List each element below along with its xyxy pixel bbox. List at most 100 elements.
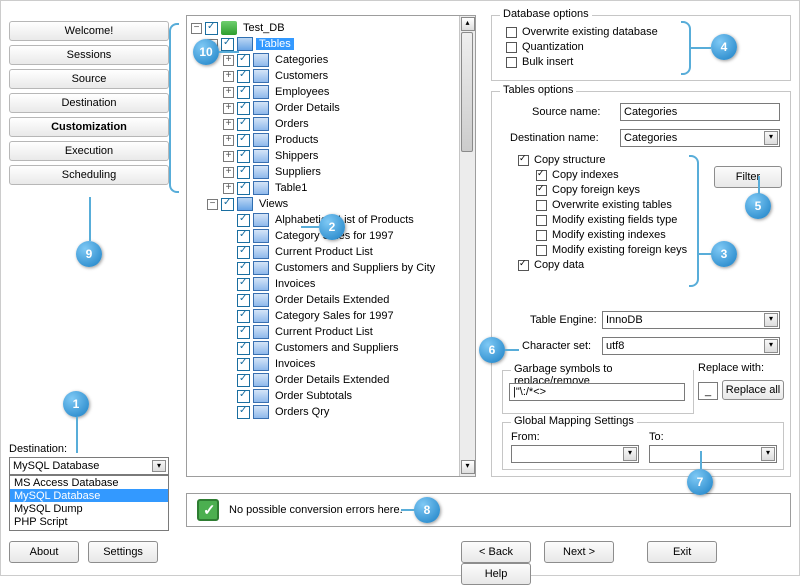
tree-check[interactable]: [237, 118, 250, 131]
tree-view-item[interactable]: Orders Qry: [272, 406, 332, 418]
nav-execution[interactable]: Execution: [9, 141, 169, 161]
tree-table-item[interactable]: Products: [272, 134, 321, 146]
tree-check[interactable]: [205, 22, 218, 35]
tree-check[interactable]: [237, 262, 250, 275]
destination-dropdown-list[interactable]: MS Access Database MySQL Database MySQL …: [9, 475, 169, 531]
help-button[interactable]: Help: [461, 563, 531, 585]
nav-customization[interactable]: Customization: [9, 117, 169, 137]
nav-destination[interactable]: Destination: [9, 93, 169, 113]
map-to-combo[interactable]: ▾: [649, 445, 777, 463]
tree-check[interactable]: [237, 166, 250, 179]
filter-button[interactable]: Filter: [714, 166, 782, 188]
tree-expander[interactable]: +: [223, 119, 234, 130]
map-from-combo[interactable]: ▾: [511, 445, 639, 463]
tree-view-item[interactable]: Customers and Suppliers by City: [272, 262, 438, 274]
chevron-down-icon[interactable]: ▾: [152, 460, 166, 472]
nav-scheduling[interactable]: Scheduling: [9, 165, 169, 185]
tree-check[interactable]: [237, 54, 250, 67]
scroll-down-icon[interactable]: ▾: [461, 460, 475, 474]
dest-name-combo[interactable]: Categories ▾: [620, 129, 780, 147]
tree-view-item[interactable]: Order Details Extended: [272, 374, 392, 386]
tree-check[interactable]: [237, 326, 250, 339]
tree-tables-folder[interactable]: Tables: [256, 38, 294, 50]
tree-check[interactable]: [237, 310, 250, 323]
tree-table-item[interactable]: Suppliers: [272, 166, 324, 178]
tree-check[interactable]: [237, 374, 250, 387]
tree-table-item[interactable]: Employees: [272, 86, 332, 98]
tree-view-item[interactable]: Customers and Suppliers: [272, 342, 402, 354]
tree-expander[interactable]: +: [223, 135, 234, 146]
modify-fk-check[interactable]: Modify existing foreign keys: [536, 244, 687, 256]
scroll-thumb[interactable]: [461, 32, 473, 152]
overwrite-db-check[interactable]: Overwrite existing database: [506, 26, 790, 38]
charset-combo[interactable]: utf8 ▾: [602, 337, 780, 355]
tree-check[interactable]: [237, 406, 250, 419]
tree-view-item[interactable]: Current Product List: [272, 246, 376, 258]
copy-fk-check[interactable]: Copy foreign keys: [536, 184, 687, 196]
tree-view-item[interactable]: Invoices: [272, 358, 318, 370]
tree-expander[interactable]: +: [223, 183, 234, 194]
table-engine-combo[interactable]: InnoDB ▾: [602, 311, 780, 329]
tree-table-item[interactable]: Order Details: [272, 102, 343, 114]
dest-opt-1[interactable]: MySQL Database: [10, 489, 168, 502]
settings-button[interactable]: Settings: [88, 541, 158, 563]
replace-all-button[interactable]: Replace all: [722, 380, 784, 400]
tree-views-folder[interactable]: Views: [256, 198, 291, 210]
tree-table-item[interactable]: Orders: [272, 118, 312, 130]
tree-expander[interactable]: +: [223, 87, 234, 98]
tree-expander[interactable]: −: [191, 23, 202, 34]
back-button[interactable]: < Back: [461, 541, 531, 563]
modify-indexes-check[interactable]: Modify existing indexes: [536, 229, 687, 241]
object-tree[interactable]: − Test_DB − Tables + Categories + Customers…: [186, 15, 476, 477]
tree-check[interactable]: [237, 230, 250, 243]
replace-with-field[interactable]: _: [698, 382, 718, 400]
tree-expander[interactable]: +: [223, 151, 234, 162]
tree-table-item[interactable]: Customers: [272, 70, 331, 82]
about-button[interactable]: About: [9, 541, 79, 563]
exit-button[interactable]: Exit: [647, 541, 717, 563]
tree-expander[interactable]: +: [223, 167, 234, 178]
tree-table-item[interactable]: Categories: [272, 54, 331, 66]
tree-check[interactable]: [237, 278, 250, 291]
garbage-symbols-field[interactable]: |"\:/*<>: [509, 383, 685, 401]
tree-check[interactable]: [221, 38, 234, 51]
nav-sessions[interactable]: Sessions: [9, 45, 169, 65]
tree-check[interactable]: [237, 246, 250, 259]
tree-view-item[interactable]: Invoices: [272, 278, 318, 290]
tree-check[interactable]: [237, 70, 250, 83]
tree-scrollbar[interactable]: ▴ ▾: [459, 16, 475, 476]
tree-expander[interactable]: +: [223, 71, 234, 82]
tree-check[interactable]: [221, 198, 234, 211]
tree-db-name[interactable]: Test_DB: [240, 22, 288, 34]
chevron-down-icon[interactable]: ▾: [764, 131, 778, 145]
tree-check[interactable]: [237, 214, 250, 227]
tree-expander[interactable]: +: [223, 55, 234, 66]
tree-check[interactable]: [237, 342, 250, 355]
tree-view-item[interactable]: Order Details Extended: [272, 294, 392, 306]
chevron-down-icon[interactable]: ▾: [764, 313, 778, 327]
chevron-down-icon[interactable]: ▾: [623, 447, 637, 461]
copy-data-check[interactable]: Copy data: [518, 259, 687, 271]
scroll-up-icon[interactable]: ▴: [461, 17, 475, 31]
tree-check[interactable]: [237, 294, 250, 307]
tree-expander[interactable]: +: [223, 103, 234, 114]
tree-view-item[interactable]: Category Sales for 1997: [272, 310, 397, 322]
tree-check[interactable]: [237, 102, 250, 115]
tree-view-item[interactable]: Order Subtotals: [272, 390, 355, 402]
next-button[interactable]: Next >: [544, 541, 614, 563]
tree-table-item[interactable]: Table1: [272, 182, 310, 194]
copy-indexes-check[interactable]: Copy indexes: [536, 169, 687, 181]
tree-check[interactable]: [237, 358, 250, 371]
dest-opt-2[interactable]: MySQL Dump: [10, 502, 168, 515]
tree-check[interactable]: [237, 182, 250, 195]
dest-opt-0[interactable]: MS Access Database: [10, 476, 168, 489]
nav-source[interactable]: Source: [9, 69, 169, 89]
tree-table-item[interactable]: Shippers: [272, 150, 321, 162]
tree-view-item[interactable]: Current Product List: [272, 326, 376, 338]
tree-expander[interactable]: −: [207, 199, 218, 210]
copy-structure-check[interactable]: Copy structure: [518, 154, 687, 166]
nav-welcome[interactable]: Welcome!: [9, 21, 169, 41]
chevron-down-icon[interactable]: ▾: [761, 447, 775, 461]
tree-check[interactable]: [237, 86, 250, 99]
tree-check[interactable]: [237, 150, 250, 163]
